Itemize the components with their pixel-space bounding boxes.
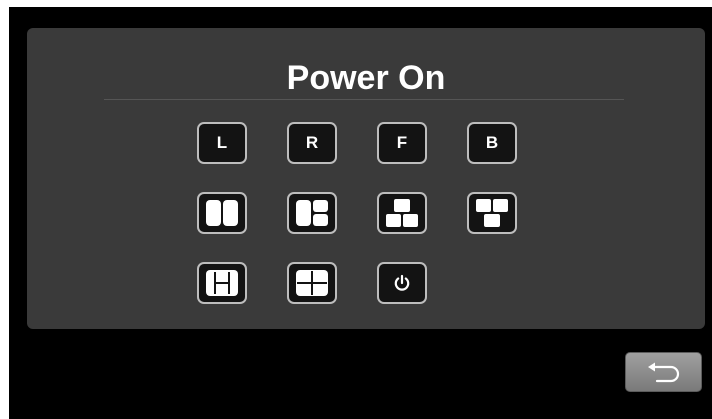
split-three-column-icon — [206, 270, 238, 296]
pyramid-three-icon — [386, 199, 418, 227]
right-camera-button[interactable]: R — [287, 122, 337, 164]
front-camera-label: F — [396, 133, 408, 152]
power-icon — [394, 274, 410, 291]
layout-pyramid-button[interactable] — [377, 192, 427, 234]
left-camera-label: L — [216, 133, 228, 152]
split-one-plus-two-icon — [296, 200, 328, 226]
quad-split-icon — [296, 270, 328, 296]
back-camera-button[interactable]: B — [467, 122, 517, 164]
layout-two-split-button[interactable] — [197, 192, 247, 234]
page-title: Power On — [286, 59, 446, 97]
split-two-vertical-icon — [206, 200, 238, 226]
power-on-panel: Power On L R F B — [27, 28, 705, 329]
screen: Power On L R F B — [9, 7, 712, 419]
back-arrow-icon — [647, 362, 679, 383]
left-camera-button[interactable]: L — [197, 122, 247, 164]
layout-three-column-button[interactable] — [197, 262, 247, 304]
inverted-pyramid-three-icon — [476, 199, 508, 227]
layout-inverted-pyramid-button[interactable] — [467, 192, 517, 234]
back-camera-label: B — [485, 133, 499, 152]
layout-one-plus-two-button[interactable] — [287, 192, 337, 234]
layout-quad-button[interactable] — [287, 262, 337, 304]
title-divider — [104, 99, 624, 100]
power-button[interactable] — [377, 262, 427, 304]
front-camera-button[interactable]: F — [377, 122, 427, 164]
back-button[interactable] — [625, 352, 702, 392]
right-camera-label: R — [305, 133, 319, 152]
